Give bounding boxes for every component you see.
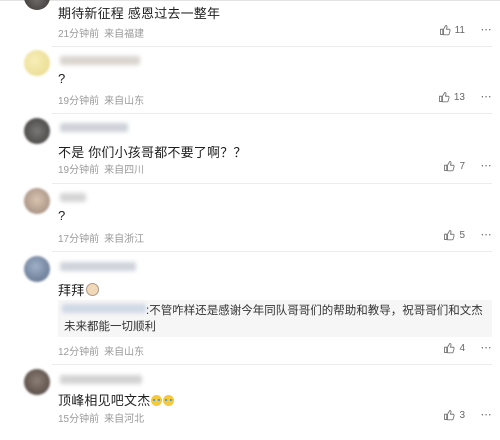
comment-time: 19分钟前 bbox=[58, 165, 100, 176]
top-border bbox=[0, 0, 500, 1]
like-count: 3 bbox=[459, 409, 465, 421]
comment-text: 不是 你们小孩哥都不要了啊？？ bbox=[58, 145, 247, 160]
comment-time: 19分钟前 bbox=[58, 96, 100, 107]
reply-text-line2: 未来都能一切顺利 bbox=[64, 321, 156, 333]
username-blurred[interactable] bbox=[60, 193, 86, 202]
comment-text: ? bbox=[58, 208, 66, 223]
more-options-icon[interactable]: ⋯ bbox=[480, 160, 492, 172]
like-count: 13 bbox=[453, 91, 465, 103]
username-blurred[interactable] bbox=[60, 375, 142, 384]
username-blurred[interactable] bbox=[60, 262, 136, 271]
username-blurred[interactable] bbox=[60, 123, 128, 132]
like-button[interactable]: 3 bbox=[443, 409, 465, 421]
reply-username-blurred[interactable] bbox=[62, 304, 146, 313]
comment-location: 来自山东 bbox=[104, 96, 145, 107]
thumbs-up-icon bbox=[444, 410, 456, 421]
thumbs-up-icon bbox=[438, 92, 450, 103]
avatar[interactable] bbox=[24, 369, 50, 395]
more-options-icon[interactable]: ⋯ bbox=[480, 409, 492, 421]
more-options-icon[interactable]: ⋯ bbox=[480, 91, 492, 103]
comment-meta: 15分钟前 来自河北 bbox=[58, 410, 149, 425]
comment-text-content: 顶峰相见吧文杰 bbox=[58, 393, 151, 408]
like-button[interactable]: 13 bbox=[438, 91, 465, 103]
comment-text: ? bbox=[58, 71, 66, 86]
comment-location: 来自四川 bbox=[104, 165, 145, 176]
comment-text-content: 拜拜 bbox=[58, 283, 85, 298]
username-blurred[interactable] bbox=[60, 56, 140, 65]
divider bbox=[52, 251, 492, 252]
reply-text-line1: :不管咋样还是感谢今年同队哥哥们的帮助和教导，祝哥哥们和文杰 bbox=[146, 305, 483, 317]
comment-location: 来自浙江 bbox=[104, 234, 145, 245]
avatar[interactable] bbox=[24, 50, 50, 76]
avatar[interactable] bbox=[24, 0, 50, 10]
comment-time: 12分钟前 bbox=[58, 347, 100, 358]
comment-location: 来自山东 bbox=[104, 347, 145, 358]
comment-time: 21分钟前 bbox=[58, 29, 100, 40]
thumbs-up-icon bbox=[444, 161, 456, 172]
avatar[interactable] bbox=[24, 118, 50, 144]
divider bbox=[52, 113, 492, 114]
wave-emoji-icon bbox=[86, 283, 100, 296]
comment-text: 期待新征程 感恩过去一整年 bbox=[58, 6, 221, 21]
avatar[interactable] bbox=[24, 188, 50, 214]
comment-meta: 21分钟前 来自福建 bbox=[58, 25, 149, 40]
reply-box[interactable]: :不管咋样还是感谢今年同队哥哥们的帮助和教导，祝哥哥们和文杰 未来都能一切顺利 bbox=[58, 300, 492, 337]
divider bbox=[52, 364, 492, 365]
crying-emoji-icon bbox=[151, 395, 163, 406]
comment-text: 拜拜 bbox=[58, 280, 100, 299]
more-options-icon[interactable]: ⋯ bbox=[480, 24, 492, 36]
like-count: 7 bbox=[459, 160, 465, 172]
comment-meta: 17分钟前 来自浙江 bbox=[58, 230, 149, 245]
like-button[interactable]: 11 bbox=[439, 24, 465, 36]
comment-time: 15分钟前 bbox=[58, 414, 100, 425]
divider bbox=[52, 183, 492, 184]
comment-time: 17分钟前 bbox=[58, 234, 100, 245]
divider bbox=[52, 46, 492, 47]
comment-meta: 12分钟前 来自山东 bbox=[58, 343, 149, 358]
comment-location: 来自福建 bbox=[104, 29, 145, 40]
like-button[interactable]: 7 bbox=[443, 160, 465, 172]
comment-location: 来自河北 bbox=[104, 414, 145, 425]
like-count: 5 bbox=[459, 229, 465, 241]
comment-meta: 19分钟前 来自四川 bbox=[58, 161, 149, 176]
comment-text: 顶峰相见吧文杰 bbox=[58, 390, 175, 409]
avatar[interactable] bbox=[24, 256, 50, 282]
more-options-icon[interactable]: ⋯ bbox=[480, 229, 492, 241]
like-button[interactable]: 4 bbox=[443, 342, 465, 354]
like-button[interactable]: 5 bbox=[443, 229, 465, 241]
thumbs-up-icon bbox=[444, 230, 456, 241]
more-options-icon[interactable]: ⋯ bbox=[480, 342, 492, 354]
comment-meta: 19分钟前 来自山东 bbox=[58, 92, 149, 107]
thumbs-up-icon bbox=[444, 343, 456, 354]
like-count: 11 bbox=[454, 24, 465, 36]
thumbs-up-icon bbox=[439, 25, 451, 36]
like-count: 4 bbox=[459, 342, 465, 354]
crying-emoji-icon bbox=[163, 395, 175, 406]
